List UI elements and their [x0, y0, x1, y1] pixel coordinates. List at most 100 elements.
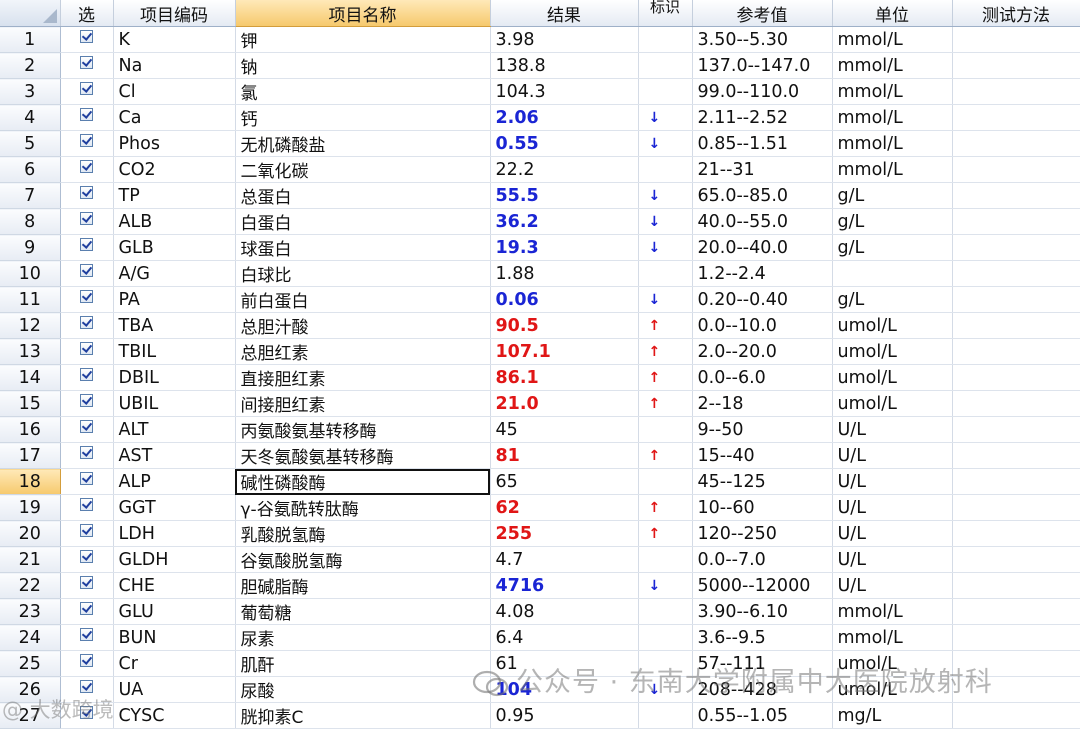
- cell-code[interactable]: PA: [113, 286, 236, 313]
- cell-name[interactable]: 白球比: [235, 260, 491, 287]
- cell-method[interactable]: [952, 52, 1080, 79]
- row-number[interactable]: 5: [0, 130, 61, 157]
- row-checkbox[interactable]: [60, 156, 114, 183]
- cell-result[interactable]: 65: [490, 468, 639, 495]
- cell-result[interactable]: 86.1: [490, 364, 639, 391]
- table-row[interactable]: 9 GLB 球蛋白 19.3 ↓ 20.0--40.0 g/L: [0, 234, 1080, 261]
- cell-reference[interactable]: 5000--12000: [692, 572, 833, 599]
- cell-unit[interactable]: g/L: [832, 286, 953, 313]
- cell-code[interactable]: K: [113, 26, 236, 53]
- cell-flag[interactable]: [638, 546, 693, 573]
- cell-result[interactable]: 0.95: [490, 702, 639, 729]
- cell-name[interactable]: 碱性磷酸酶: [235, 468, 491, 495]
- cell-reference[interactable]: 20.0--40.0: [692, 234, 833, 261]
- arrow-down-icon[interactable]: ↓: [638, 208, 693, 235]
- cell-name[interactable]: 肌酐: [235, 650, 491, 677]
- cell-result[interactable]: 4.08: [490, 598, 639, 625]
- cell-name[interactable]: 尿酸: [235, 676, 491, 703]
- cell-result[interactable]: 55.5: [490, 182, 639, 209]
- table-row[interactable]: 13 TBIL 总胆红素 107.1 ↑ 2.0--20.0 umol/L: [0, 338, 1080, 365]
- arrow-up-icon[interactable]: ↑: [638, 442, 693, 469]
- cell-code[interactable]: Cr: [113, 650, 236, 677]
- cell-method[interactable]: [952, 416, 1080, 443]
- row-number[interactable]: 9: [0, 234, 61, 261]
- cell-name[interactable]: 氯: [235, 78, 491, 105]
- cell-code[interactable]: CO2: [113, 156, 236, 183]
- cell-method[interactable]: [952, 442, 1080, 469]
- checkbox-checked-icon[interactable]: [80, 472, 93, 485]
- cell-reference[interactable]: 3.50--5.30: [692, 26, 833, 53]
- checkbox-checked-icon[interactable]: [80, 56, 93, 69]
- cell-unit[interactable]: U/L: [832, 546, 953, 573]
- cell-code[interactable]: TBA: [113, 312, 236, 339]
- checkbox-checked-icon[interactable]: [80, 264, 93, 277]
- row-number[interactable]: 11: [0, 286, 61, 313]
- table-row[interactable]: 27 CYSC 胱抑素C 0.95 0.55--1.05 mg/L: [0, 702, 1080, 729]
- row-number[interactable]: 18: [0, 468, 61, 495]
- row-checkbox[interactable]: [60, 78, 114, 105]
- cell-code[interactable]: ALB: [113, 208, 236, 235]
- cell-result[interactable]: 0.55: [490, 130, 639, 157]
- row-checkbox[interactable]: [60, 286, 114, 313]
- table-row[interactable]: 18 ALP 碱性磷酸酶 65 45--125 U/L: [0, 468, 1080, 495]
- cell-method[interactable]: [952, 130, 1080, 157]
- checkbox-checked-icon[interactable]: [80, 368, 93, 381]
- arrow-up-icon[interactable]: ↑: [638, 494, 693, 521]
- cell-reference[interactable]: 0.0--7.0: [692, 546, 833, 573]
- row-checkbox[interactable]: [60, 442, 114, 469]
- checkbox-checked-icon[interactable]: [80, 342, 93, 355]
- cell-unit[interactable]: mmol/L: [832, 130, 953, 157]
- cell-method[interactable]: [952, 286, 1080, 313]
- row-checkbox[interactable]: [60, 234, 114, 261]
- cell-code[interactable]: A/G: [113, 260, 236, 287]
- cell-name[interactable]: 球蛋白: [235, 234, 491, 261]
- table-row[interactable]: 23 GLU 葡萄糖 4.08 3.90--6.10 mmol/L: [0, 598, 1080, 625]
- cell-result[interactable]: 2.06: [490, 104, 639, 131]
- cell-name[interactable]: 前白蛋白: [235, 286, 491, 313]
- arrow-up-icon[interactable]: ↑: [638, 364, 693, 391]
- select-all-corner[interactable]: [0, 0, 61, 27]
- cell-method[interactable]: [952, 364, 1080, 391]
- cell-code[interactable]: DBIL: [113, 364, 236, 391]
- arrow-up-icon[interactable]: ↑: [638, 338, 693, 365]
- cell-result[interactable]: 6.4: [490, 624, 639, 651]
- cell-reference[interactable]: 2--18: [692, 390, 833, 417]
- row-number[interactable]: 4: [0, 104, 61, 131]
- checkbox-checked-icon[interactable]: [80, 524, 93, 537]
- cell-reference[interactable]: 65.0--85.0: [692, 182, 833, 209]
- checkbox-checked-icon[interactable]: [80, 602, 93, 615]
- cell-unit[interactable]: umol/L: [832, 312, 953, 339]
- arrow-down-icon[interactable]: ↓: [638, 182, 693, 209]
- cell-result[interactable]: 22.2: [490, 156, 639, 183]
- cell-name[interactable]: 钾: [235, 26, 491, 53]
- cell-code[interactable]: GLB: [113, 234, 236, 261]
- cell-code[interactable]: GLDH: [113, 546, 236, 573]
- checkbox-checked-icon[interactable]: [80, 238, 93, 251]
- cell-name[interactable]: 白蛋白: [235, 208, 491, 235]
- cell-method[interactable]: [952, 312, 1080, 339]
- cell-name[interactable]: 总胆红素: [235, 338, 491, 365]
- row-checkbox[interactable]: [60, 260, 114, 287]
- cell-result[interactable]: 107.1: [490, 338, 639, 365]
- cell-reference[interactable]: 3.6--9.5: [692, 624, 833, 651]
- row-number[interactable]: 3: [0, 78, 61, 105]
- header-unit[interactable]: 单位: [832, 0, 953, 27]
- cell-name[interactable]: 丙氨酸氨基转移酶: [235, 416, 491, 443]
- cell-code[interactable]: Cl: [113, 78, 236, 105]
- checkbox-checked-icon[interactable]: [80, 628, 93, 641]
- cell-flag[interactable]: [638, 52, 693, 79]
- table-row[interactable]: 16 ALT 丙氨酸氨基转移酶 45 9--50 U/L: [0, 416, 1080, 443]
- cell-flag[interactable]: [638, 78, 693, 105]
- row-number[interactable]: 14: [0, 364, 61, 391]
- cell-flag[interactable]: [638, 624, 693, 651]
- cell-name[interactable]: 尿素: [235, 624, 491, 651]
- row-checkbox[interactable]: [60, 312, 114, 339]
- cell-reference[interactable]: 21--31: [692, 156, 833, 183]
- cell-method[interactable]: [952, 208, 1080, 235]
- checkbox-checked-icon[interactable]: [80, 394, 93, 407]
- cell-result[interactable]: 0.06: [490, 286, 639, 313]
- arrow-up-icon[interactable]: ↑: [638, 520, 693, 547]
- cell-reference[interactable]: 0.0--10.0: [692, 312, 833, 339]
- cell-unit[interactable]: mmol/L: [832, 598, 953, 625]
- cell-unit[interactable]: umol/L: [832, 338, 953, 365]
